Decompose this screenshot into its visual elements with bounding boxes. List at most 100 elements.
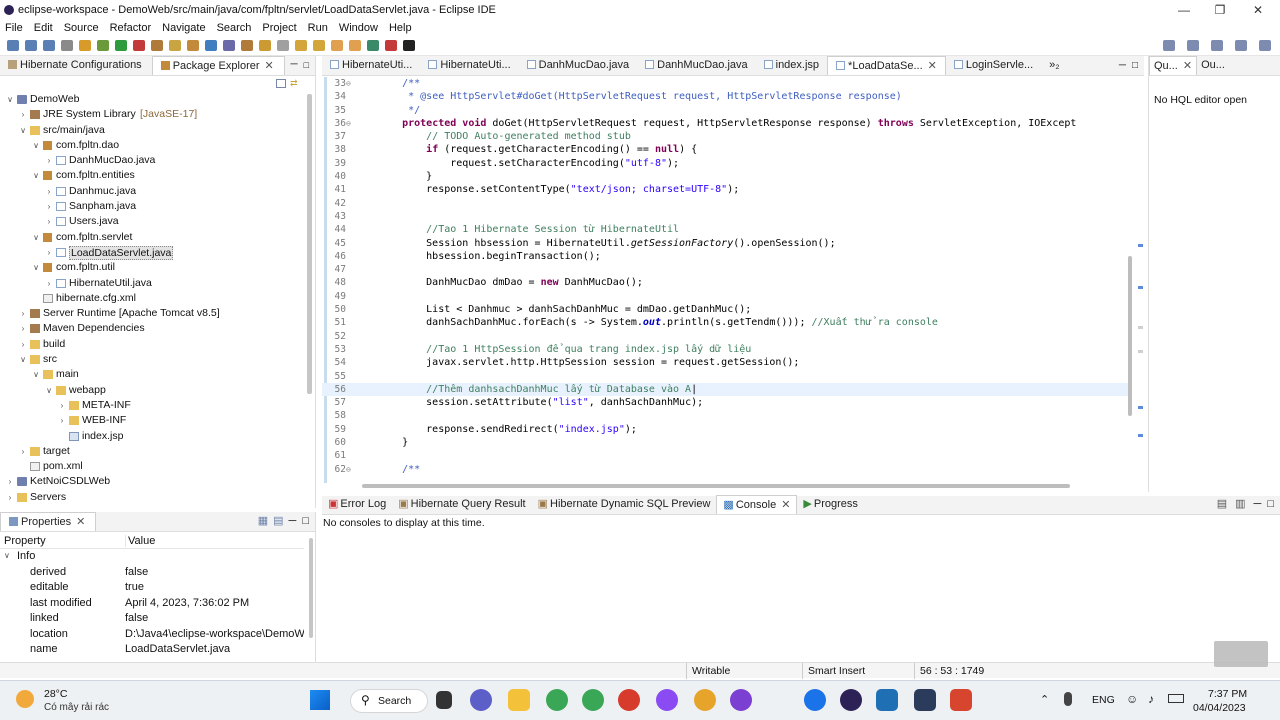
menu-item-window[interactable]: Window — [334, 22, 384, 34]
tab-package-explorer[interactable]: Package Explorer ✕ — [151, 56, 285, 75]
code-line[interactable]: 52 — [322, 330, 1130, 343]
chrome-icon[interactable] — [618, 689, 640, 711]
chevron-down-icon[interactable]: ∨ — [32, 138, 40, 153]
volume-icon[interactable]: ♪ — [1148, 692, 1154, 706]
editor-tab[interactable]: LoginServle... — [946, 56, 1041, 75]
chevron-down-icon[interactable]: ∨ — [32, 367, 40, 382]
maximize-view-icon[interactable]: □ — [304, 60, 309, 70]
chevron-right-icon[interactable]: › — [19, 444, 27, 459]
tree-item[interactable]: ∨ webapp — [0, 383, 304, 398]
print-icon[interactable] — [61, 40, 73, 51]
code-line[interactable]: 33 ⊖ /** — [322, 77, 1130, 90]
code-line[interactable]: 59 response.sendRedirect("index.jsp"); — [322, 423, 1130, 436]
minimize-view-icon[interactable]: ─ — [1119, 60, 1126, 71]
chevron-right-icon[interactable]: › — [58, 398, 66, 413]
props-scrollbar[interactable] — [309, 538, 313, 638]
chevron-down-icon[interactable]: ∨ — [32, 230, 40, 245]
code-line[interactable]: 41 response.setContentType("text/json; c… — [322, 183, 1130, 196]
code-line[interactable]: 44 //Tao 1 Hibernate Session từ Hibernat… — [322, 223, 1130, 236]
code-line[interactable]: 51 danhSachDanhMuc.forEach(s -> System.o… — [322, 316, 1130, 329]
chevron-down-icon[interactable]: ∨ — [19, 123, 27, 138]
chevron-right-icon[interactable]: › — [19, 337, 27, 352]
messenger-icon[interactable] — [656, 689, 678, 711]
code-area[interactable]: 33 ⊖ /** 34 * @see HttpServlet#doGet(HttpS… — [322, 77, 1130, 483]
editor-vertical-scrollbar[interactable] — [1128, 256, 1132, 416]
toggle-mark-icon[interactable] — [259, 40, 271, 51]
chevron-down-icon[interactable]: ∨ — [32, 168, 40, 183]
property-row[interactable]: last modified April 4, 2023, 7:36:02 PM — [0, 596, 304, 612]
editor-tab[interactable]: *LoadDataSe... ✕ — [827, 56, 946, 75]
video-overlay-button[interactable] — [1214, 641, 1268, 667]
tree-item[interactable]: pom.xml — [0, 459, 304, 474]
chevron-right-icon[interactable]: › — [19, 107, 27, 122]
weather-text[interactable]: Có mây rải rác — [44, 702, 109, 713]
open-console-icon[interactable]: ▥ — [1235, 497, 1245, 510]
minimize-button[interactable]: — — [1166, 0, 1202, 20]
language-indicator[interactable]: ENG — [1092, 694, 1115, 706]
code-line[interactable]: 45 Session hbsession = HibernateUtil.get… — [322, 237, 1130, 250]
fold-toggle-icon[interactable]: ⊖ — [346, 117, 351, 130]
chrome-icon[interactable] — [730, 689, 752, 711]
tab-hibernate-query-result[interactable]: ▣ Hibernate Query Result — [392, 495, 531, 514]
tree-item[interactable]: › build — [0, 337, 304, 352]
tree-item[interactable]: index.jsp — [0, 429, 304, 444]
chrome-icon[interactable] — [546, 689, 568, 711]
code-line[interactable]: 60 } — [322, 436, 1130, 449]
tree-item[interactable]: › Maven Dependencies — [0, 321, 304, 336]
chevron-right-icon[interactable]: › — [45, 245, 53, 260]
property-row[interactable]: derived false — [0, 565, 304, 581]
chevron-right-icon[interactable]: › — [6, 474, 14, 489]
tree-item[interactable]: › DanhMucDao.java — [0, 153, 304, 168]
chevron-right-icon[interactable]: › — [6, 490, 14, 505]
menu-item-refactor[interactable]: Refactor — [105, 22, 158, 34]
battery-icon[interactable] — [1168, 694, 1184, 703]
vscode-icon[interactable] — [876, 689, 898, 711]
chevron-down-icon[interactable]: ∨ — [6, 92, 14, 107]
zalo-icon[interactable] — [804, 689, 826, 711]
code-line[interactable]: 62 ⊖ /** — [322, 463, 1130, 476]
chevron-right-icon[interactable]: › — [45, 276, 53, 291]
open-type-icon[interactable] — [223, 40, 235, 51]
menu-item-run[interactable]: Run — [303, 22, 334, 34]
tab-hibernate-dynamic-sql[interactable]: ▣ Hibernate Dynamic SQL Preview — [532, 495, 717, 514]
code-line[interactable]: 43 — [322, 210, 1130, 223]
debug-perspective-icon[interactable] — [1259, 40, 1271, 51]
eclipse-icon[interactable] — [840, 689, 862, 711]
tab-console[interactable]: ▩ Console ✕ — [716, 495, 798, 514]
tab-outline[interactable]: Ou... — [1197, 56, 1229, 75]
close-tab-icon[interactable]: ✕ — [781, 499, 790, 511]
chevron-right-icon[interactable]: › — [45, 214, 53, 229]
menu-item-project[interactable]: Project — [257, 22, 302, 34]
taskbar-search[interactable]: ⚲ Search — [350, 689, 428, 713]
chevron-right-icon[interactable]: › — [45, 153, 53, 168]
tree-item[interactable]: › HibernateUtil.java — [0, 276, 304, 291]
new-class-icon[interactable] — [205, 40, 217, 51]
new-java-project-icon[interactable] — [169, 40, 181, 51]
code-line[interactable]: 53 //Tao 1 HttpSession để qua trang inde… — [322, 343, 1130, 356]
forward-icon[interactable] — [349, 40, 361, 51]
maximize-view-icon[interactable]: □ — [1132, 60, 1138, 71]
tree-item[interactable]: ∨ src/main/java — [0, 123, 304, 138]
close-tab-icon[interactable]: ✕ — [928, 60, 937, 72]
new-package-icon[interactable] — [187, 40, 199, 51]
display-console-icon[interactable]: ▤ — [1217, 497, 1227, 510]
sublime-icon[interactable] — [950, 689, 972, 711]
fold-toggle-icon[interactable]: ⊖ — [346, 77, 351, 90]
tree-item[interactable]: › Users.java — [0, 214, 304, 229]
editor-horizontal-scrollbar[interactable] — [362, 484, 1070, 488]
save-icon[interactable] — [25, 40, 37, 51]
editor-tab[interactable]: HibernateUti... — [322, 56, 420, 75]
search-icon[interactable] — [241, 40, 253, 51]
close-tab-icon[interactable]: ✕ — [1183, 60, 1192, 72]
editor-tab[interactable]: DanhMucDao.java — [637, 56, 756, 75]
property-row[interactable]: name LoadDataServlet.java — [0, 642, 304, 658]
close-button[interactable]: ✕ — [1240, 0, 1276, 20]
tree-item[interactable]: › META-INF — [0, 398, 304, 413]
tree-item[interactable]: ∨ DemoWeb — [0, 92, 304, 107]
code-line[interactable]: 47 — [322, 263, 1130, 276]
chrome-icon[interactable] — [582, 689, 604, 711]
chevron-down-icon[interactable]: ∨ — [4, 551, 10, 560]
tab-hibernate-configurations[interactable]: Hibernate Configurations — [0, 56, 152, 75]
search-icon[interactable] — [1163, 40, 1175, 51]
tree-item[interactable]: › Server Runtime [Apache Tomcat v8.5] — [0, 306, 304, 321]
